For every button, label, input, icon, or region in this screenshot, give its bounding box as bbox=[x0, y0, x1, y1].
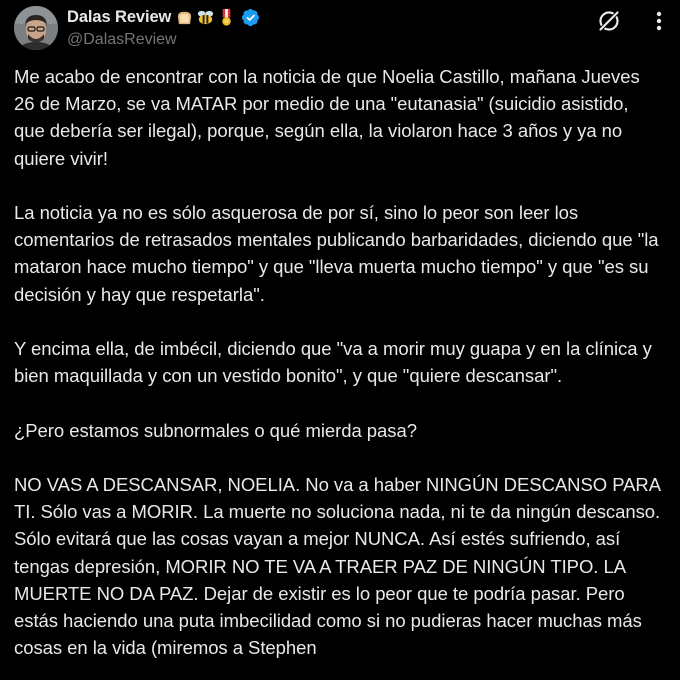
tweet-paragraph: La noticia ya no es sólo asquerosa de po… bbox=[14, 202, 664, 305]
medal-emoji-icon bbox=[222, 8, 232, 26]
tweet-paragraph: Me acabo de encontrar con la noticia de … bbox=[14, 66, 645, 169]
verified-badge-icon[interactable] bbox=[241, 8, 260, 27]
bee-emoji-icon bbox=[198, 10, 214, 24]
name-row: Dalas Review bbox=[67, 6, 260, 28]
tweet-post: Dalas Review @DalasReview Me acabo de en… bbox=[0, 0, 680, 680]
bread-emoji-icon bbox=[178, 11, 192, 24]
avatar-image bbox=[14, 6, 58, 50]
tweet-text: Me acabo de encontrar con la noticia de … bbox=[14, 63, 664, 680]
tweet-paragraph: NO VAS A DESCANSAR, NOELIA. No va a habe… bbox=[14, 473, 666, 659]
author-handle[interactable]: @DalasReview bbox=[67, 31, 260, 49]
author-header: Dalas Review @DalasReview bbox=[67, 6, 260, 49]
tweet-paragraph: ¿Pero estamos subnormales o qué mierda p… bbox=[14, 419, 417, 441]
profile-badges bbox=[175, 8, 236, 27]
more-options-icon[interactable] bbox=[646, 8, 672, 34]
tweet-paragraph: Y encima ella, de imbécil, diciendo que … bbox=[14, 338, 657, 387]
author-display-name[interactable]: Dalas Review bbox=[67, 8, 171, 27]
avatar[interactable] bbox=[14, 6, 58, 50]
grok-icon[interactable] bbox=[596, 8, 622, 34]
